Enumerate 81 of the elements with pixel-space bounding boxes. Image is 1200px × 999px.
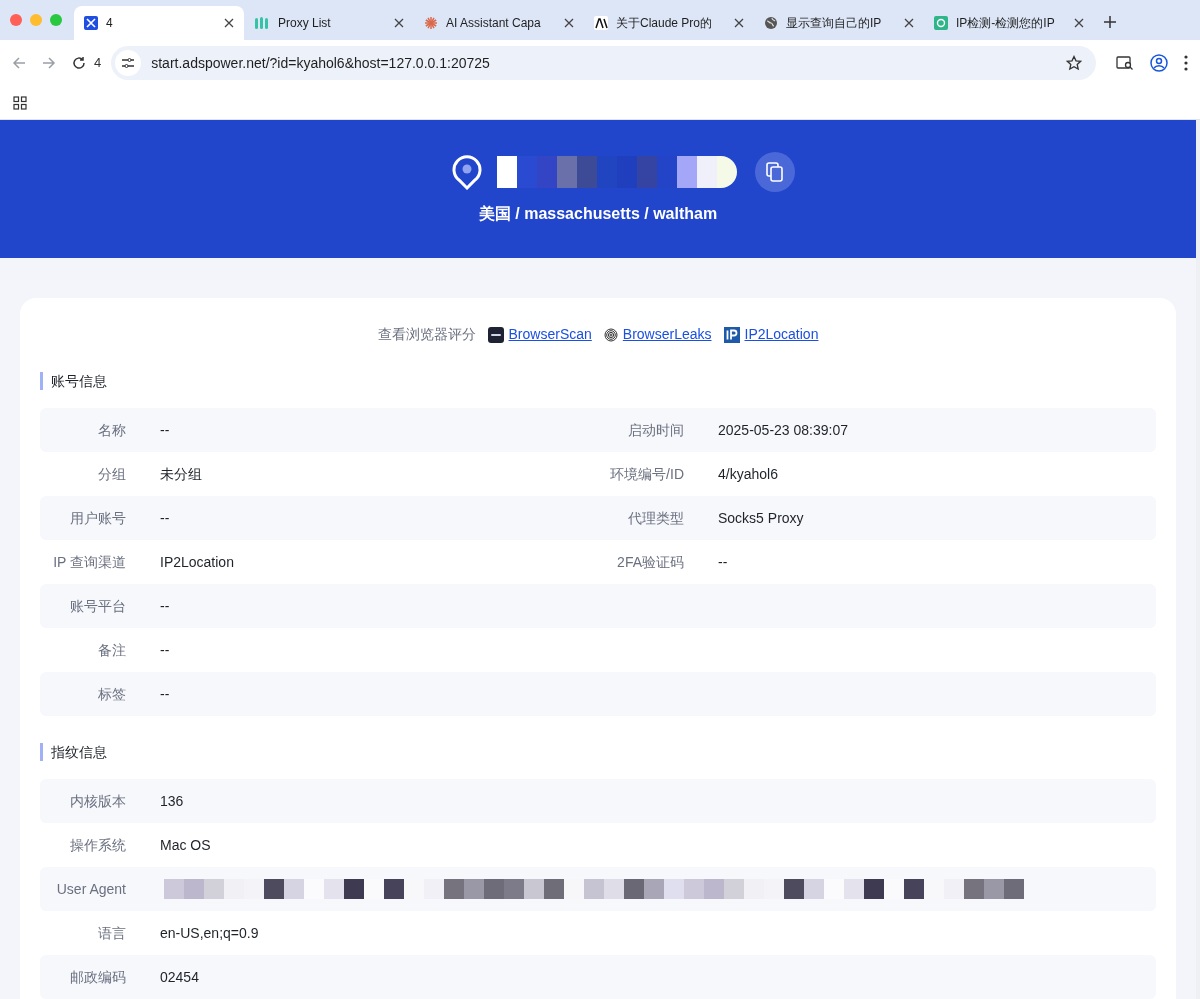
tab-title: AI Assistant Capa [446,15,542,32]
close-icon[interactable] [1074,18,1084,28]
location-pin-icon [451,154,483,191]
field-label: 名称 [98,420,126,440]
url-text: start.adspower.net/?id=kyahol6&host=127.0.0.1:20725 [151,53,491,73]
tab-favicon-icon [594,16,608,30]
field-label: 邮政编码 [70,967,126,987]
field-label: 内核版本 [70,791,126,811]
field-label: 语言 [98,923,126,943]
new-tab-icon[interactable] [1104,16,1116,28]
tab-title: IP检测-检测您的IP [956,15,1056,32]
scan-logo-icon [487,326,504,343]
tab-favicon-icon [934,16,948,30]
field-value: -- [160,640,170,660]
browser-tab[interactable]: 关于Claude Pro的 [584,6,754,40]
field-value: 02454 [160,967,199,987]
field-value: -- [718,552,728,572]
browser-tab[interactable]: IP检测-检测您的IP [924,6,1094,40]
field-value: 136 [160,791,184,811]
field-label: 环境编号/ID [610,464,684,484]
close-icon[interactable] [904,18,914,28]
search-tab-icon[interactable] [1116,55,1134,71]
score-link[interactable]: BrowserScan [508,324,592,345]
section-title: 指纹信息 [40,743,1156,761]
close-icon[interactable] [394,18,404,28]
field-value: 2025-05-23 08:39:07 [718,420,848,440]
field-value: -- [160,508,170,528]
tab-title: Proxy List [278,15,332,32]
profile-icon[interactable] [1150,54,1168,72]
ip-logo-icon [723,326,740,343]
tab-favicon-icon [764,16,778,30]
reload-icon[interactable] [72,56,86,70]
tab-title: 关于Claude Pro的 [616,15,714,32]
field-value: -- [160,684,170,704]
location-text: 美国 / massachusetts / waltham [478,204,718,225]
field-label: 备注 [98,640,126,660]
field-value: IP2Location [160,552,234,572]
more-menu-icon[interactable] [1184,55,1188,71]
field-label: 2FA验证码 [617,552,684,572]
address-bar[interactable]: start.adspower.net/?id=kyahol6&host=127.0.0.1:20725 [111,46,1096,80]
browser-tab[interactable]: AI Assistant Capa [414,6,584,40]
fingerprint-icon [603,327,618,342]
section-title: 账号信息 [40,372,1156,390]
copy-icon [766,162,784,183]
field-label: IP 查询渠道 [53,552,126,572]
field-value: 未分组 [160,464,202,484]
browser-tab[interactable]: 显示查询自己的IP [754,6,924,40]
field-value: -- [160,420,170,440]
field-label: 启动时间 [628,420,684,440]
field-label: 代理类型 [628,508,684,528]
back-icon[interactable] [12,56,26,70]
tab-favicon-icon [424,16,438,30]
apps-grid-icon[interactable] [13,95,27,110]
tab-title: 显示查询自己的IP [786,15,883,32]
tab-title: 4 [106,15,114,32]
tab-count: 4 [94,54,102,73]
tab-favicon-icon [254,16,270,30]
copy-button[interactable] [755,152,795,193]
bookmark-star-icon[interactable] [1066,55,1082,71]
score-link[interactable]: IP2Location [744,324,819,345]
field-value: Socks5 Proxy [718,508,804,528]
field-label: 标签 [98,684,126,704]
close-icon[interactable] [734,18,744,28]
field-value: 4/kyahol6 [718,464,778,484]
field-label: 操作系统 [70,835,126,855]
field-label: 账号平台 [70,596,126,616]
site-settings-icon[interactable] [115,50,142,76]
browser-tab[interactable]: Proxy List [244,6,414,40]
close-icon[interactable] [224,18,234,28]
close-icon[interactable] [564,18,574,28]
field-value: Mac OS [160,835,211,855]
forward-icon[interactable] [42,56,56,70]
browser-tab[interactable]: 4 [74,6,244,40]
field-value: -- [160,596,170,616]
field-label: User Agent [56,879,126,899]
tab-favicon-icon [84,16,98,30]
field-label: 用户账号 [70,508,126,528]
score-label: 查看浏览器评分 [377,325,476,344]
field-label: 分组 [98,464,126,484]
field-value: en-US,en;q=0.9 [160,923,259,943]
score-link[interactable]: BrowserLeaks [622,324,712,345]
